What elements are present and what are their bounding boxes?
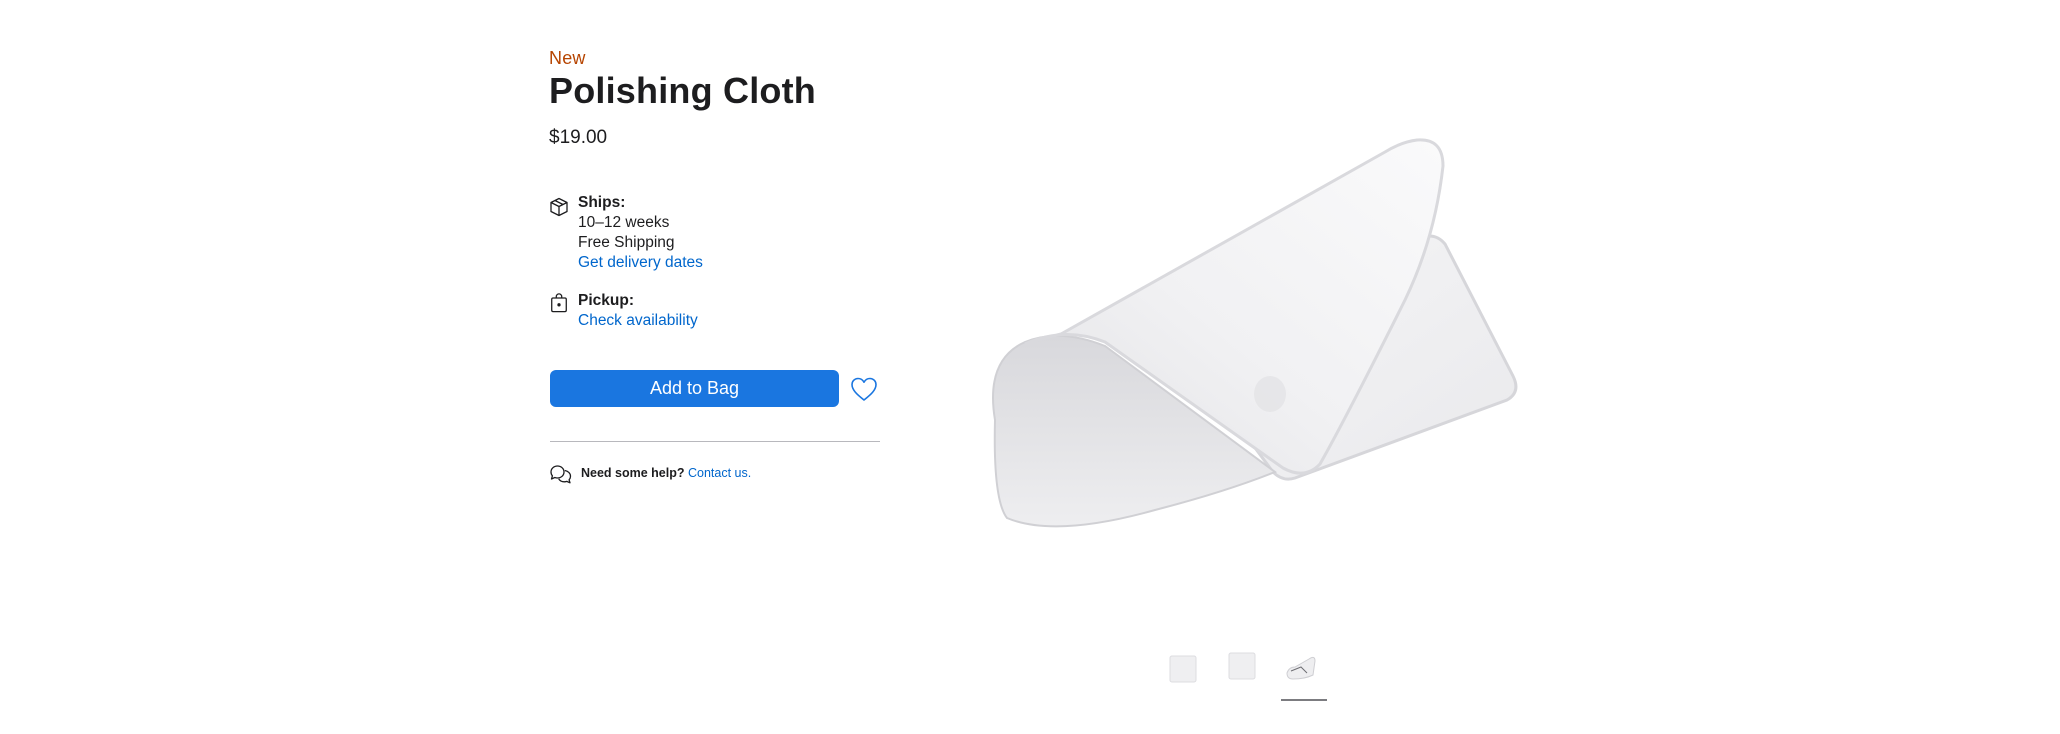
product-title: Polishing Cloth: [549, 70, 816, 111]
heart-icon[interactable]: [849, 374, 879, 404]
chat-bubbles-icon: [550, 465, 572, 484]
ships-cost: Free Shipping: [578, 234, 675, 251]
product-image: [992, 138, 1518, 528]
divider: [550, 441, 880, 442]
box-icon: [550, 197, 568, 217]
ships-eta: 10–12 weeks: [578, 214, 670, 231]
product-price: $19.00: [549, 127, 608, 148]
help-text: Need some help? Contact us.: [581, 466, 751, 480]
help-section: Need some help? Contact us.: [549, 462, 889, 486]
check-availability-link[interactable]: Check availability: [578, 311, 698, 331]
new-badge: New: [549, 48, 586, 68]
add-to-bag-button[interactable]: Add to Bag: [550, 370, 839, 407]
pickup-label: Pickup:: [578, 292, 634, 309]
help-question: Need some help?: [581, 466, 685, 480]
pickup-details: Pickup: Check availability: [578, 291, 698, 331]
thumbnail-3[interactable]: [1279, 645, 1325, 691]
product-page: New Polishing Cloth $19.00 Ships: 10–12 …: [0, 0, 2060, 734]
thumbnail-selected-indicator: [1281, 699, 1327, 701]
shipping-info: Ships: 10–12 weeks Free Shipping Get del…: [549, 193, 889, 277]
ships-label: Ships:: [578, 194, 626, 211]
get-delivery-dates-link[interactable]: Get delivery dates: [578, 253, 703, 273]
contact-us-link[interactable]: Contact us.: [688, 466, 751, 480]
thumbnail-1[interactable]: [1159, 645, 1205, 691]
thumbnail-2[interactable]: [1219, 645, 1265, 691]
shipping-details: Ships: 10–12 weeks Free Shipping Get del…: [578, 193, 703, 273]
pickup-info: Pickup: Check availability: [549, 291, 889, 335]
thumbnail-strip: [1155, 645, 1355, 705]
store-bag-icon: [551, 293, 567, 313]
